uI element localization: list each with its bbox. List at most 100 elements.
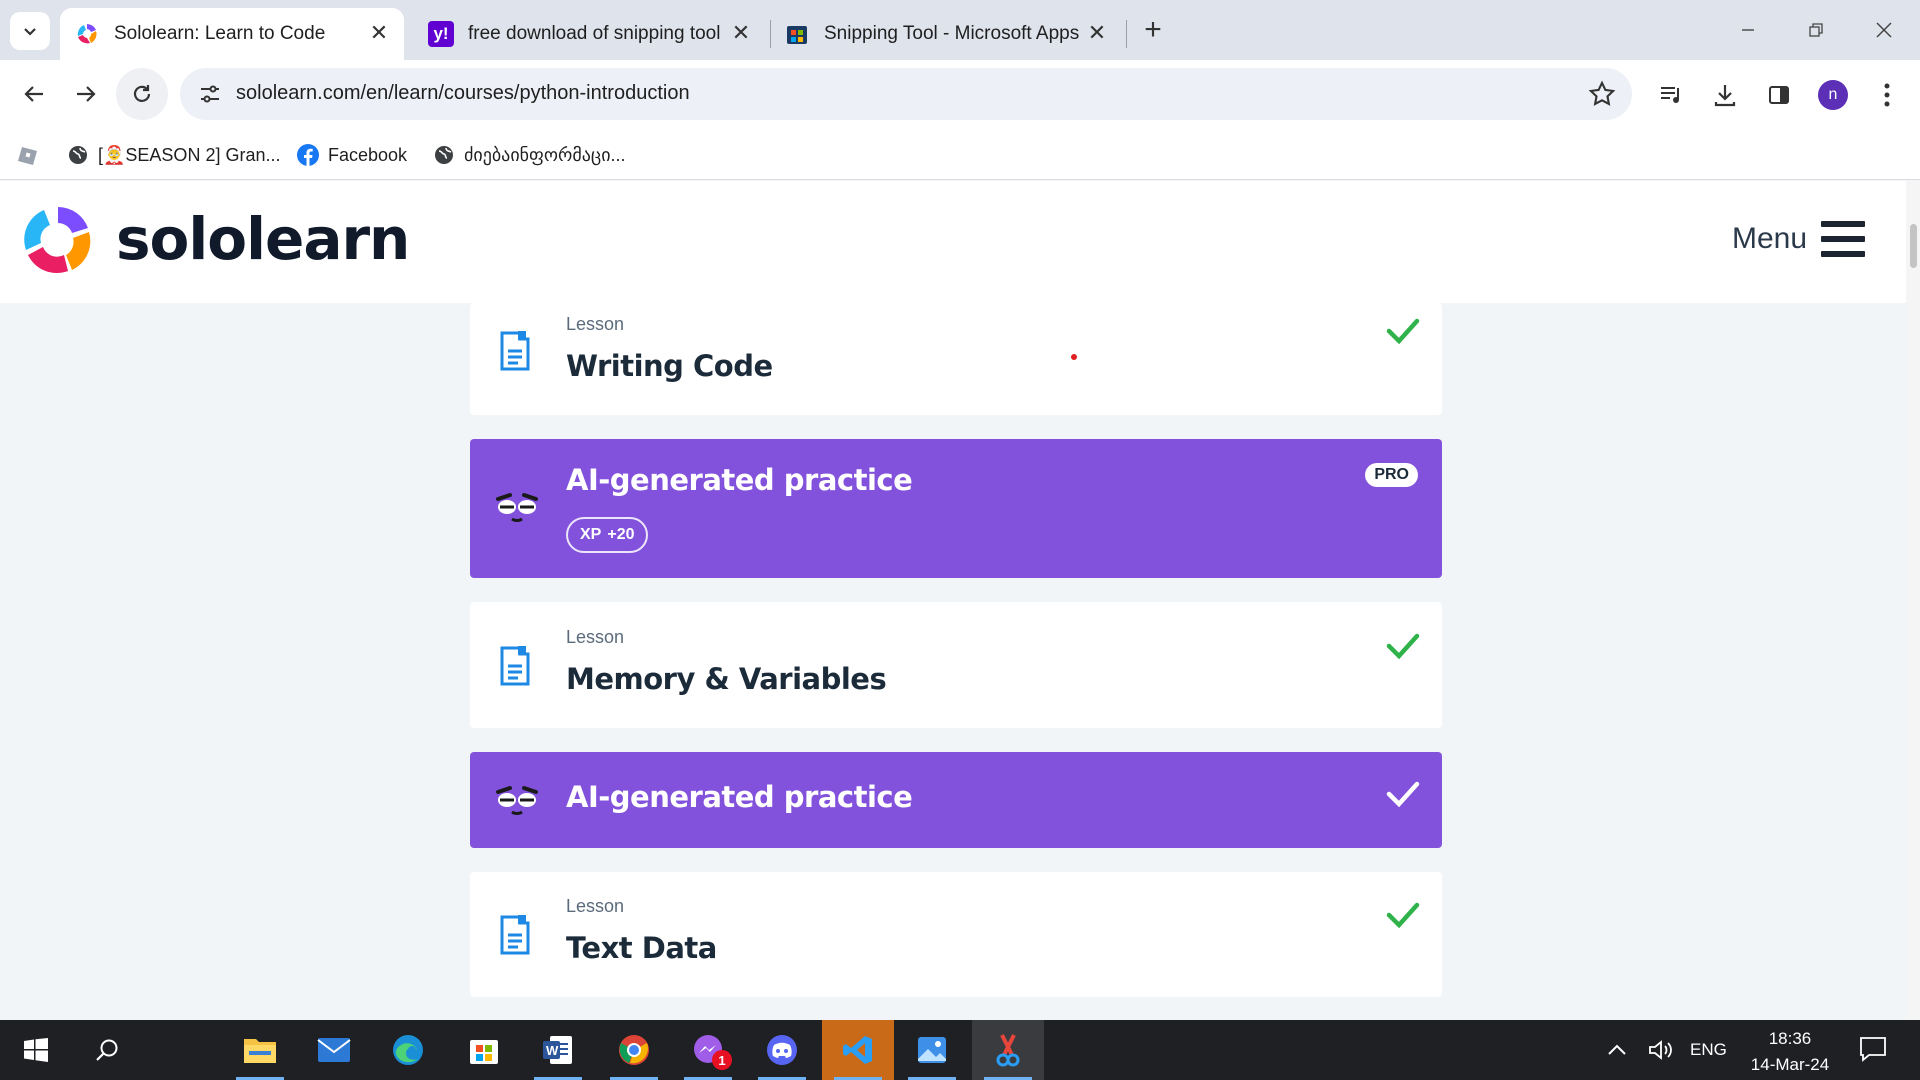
- minimize-icon[interactable]: [1728, 12, 1768, 48]
- sololearn-logo-text[interactable]: sololearn: [116, 205, 410, 273]
- discord-icon[interactable]: [746, 1020, 818, 1080]
- lesson-kicker: Lesson: [566, 627, 625, 647]
- globe-icon: [432, 143, 456, 167]
- practice-title: AI-generated practice: [566, 463, 913, 497]
- site-info-icon[interactable]: [198, 82, 222, 106]
- roblox-icon: [16, 143, 40, 167]
- xp-reward-pill: XP +20: [566, 517, 649, 553]
- lesson-document-icon: [500, 331, 530, 371]
- more-options-icon[interactable]: [1870, 78, 1904, 112]
- lesson-title: Text Data: [566, 931, 717, 965]
- tab-title: Snipping Tool - Microsoft Apps: [824, 23, 1080, 44]
- browser-tab-strip: Sololearn: Learn to Code ✕ y! free downl…: [0, 0, 1920, 60]
- practice-title: AI-generated practice: [566, 780, 913, 814]
- close-tab-icon[interactable]: ✕: [730, 20, 752, 45]
- snipping-tool-icon[interactable]: [972, 1020, 1044, 1080]
- word-icon[interactable]: W: [522, 1020, 594, 1080]
- completed-check-icon: [1386, 781, 1420, 808]
- close-tab-icon[interactable]: ✕: [368, 20, 390, 45]
- notification-badge: 1: [712, 1050, 732, 1070]
- chevron-down-icon: [24, 28, 36, 36]
- photos-icon[interactable]: [896, 1020, 968, 1080]
- browser-toolbar: sololearn.com/en/learn/courses/python-in…: [0, 60, 1920, 130]
- volume-icon[interactable]: [1648, 1020, 1674, 1080]
- downloads-icon[interactable]: [1708, 78, 1742, 112]
- forward-button[interactable]: [66, 74, 106, 114]
- restore-icon[interactable]: [1796, 12, 1836, 48]
- vscode-icon[interactable]: [822, 1020, 894, 1080]
- page-scrollbar-thumb[interactable]: [1910, 224, 1917, 268]
- lesson-card-writing-code[interactable]: Lesson Writing Code: [470, 303, 1442, 415]
- globe-icon: [66, 143, 90, 167]
- svg-text:W: W: [546, 1043, 559, 1058]
- mail-icon[interactable]: [298, 1020, 370, 1080]
- url-text: sololearn.com/en/learn/courses/python-in…: [236, 82, 690, 104]
- bookmark-search-info[interactable]: ძიებაინფორმაცი...: [432, 140, 626, 170]
- lesson-document-icon: [500, 646, 530, 686]
- input-language[interactable]: ENG: [1690, 1020, 1727, 1080]
- profile-avatar[interactable]: n: [1818, 80, 1848, 110]
- tab-title: free download of snipping tool: [468, 23, 721, 44]
- completed-check-icon: [1386, 902, 1420, 929]
- new-tab-button[interactable]: +: [1138, 15, 1168, 46]
- start-icon[interactable]: [0, 1020, 72, 1080]
- side-panel-icon[interactable]: [1762, 78, 1796, 112]
- cursor-dot: [1071, 354, 1077, 360]
- bookmark-roblox[interactable]: [16, 140, 48, 170]
- hamburger-icon: [1821, 221, 1866, 257]
- ai-practice-face-icon: [496, 493, 538, 522]
- menu-button[interactable]: Menu: [1732, 221, 1866, 257]
- bookmark-facebook[interactable]: Facebook: [296, 140, 407, 170]
- address-bar[interactable]: sololearn.com/en/learn/courses/python-in…: [180, 68, 1632, 120]
- edge-icon[interactable]: [372, 1020, 444, 1080]
- clock-time: 18:36: [1768, 1029, 1812, 1048]
- bookmark-season2[interactable]: [🤶SEASON 2] Gran...: [66, 140, 280, 170]
- yahoo-favicon: y!: [428, 21, 454, 47]
- search-icon[interactable]: [72, 1020, 144, 1080]
- media-controls-icon[interactable]: [1654, 78, 1688, 112]
- tab-sololearn[interactable]: Sololearn: Learn to Code ✕: [60, 8, 404, 60]
- lesson-card-text-data[interactable]: Lesson Text Data: [470, 872, 1442, 997]
- back-button[interactable]: [14, 74, 54, 114]
- tab-yahoo[interactable]: y! free download of snipping tool ✕: [414, 8, 766, 60]
- clock-date: 14-Mar-24: [1750, 1055, 1830, 1074]
- reload-icon: [133, 85, 151, 102]
- lesson-kicker: Lesson: [566, 314, 625, 334]
- arrow-right-icon: [77, 86, 96, 102]
- lesson-card-memory-variables[interactable]: Lesson Memory & Variables: [470, 602, 1442, 728]
- pro-badge: PRO: [1365, 463, 1418, 487]
- sololearn-favicon: [74, 21, 100, 47]
- notification-center-icon[interactable]: [1858, 1034, 1888, 1064]
- microsoft-store-icon[interactable]: [448, 1020, 520, 1080]
- sololearn-logo-icon[interactable]: [22, 203, 94, 275]
- close-window-icon[interactable]: [1864, 12, 1904, 48]
- bookmarks-bar: [🤶SEASON 2] Gran... Facebook ძიებაინფორმ…: [0, 130, 1920, 180]
- tab-title: Sololearn: Learn to Code: [114, 23, 326, 44]
- system-clock[interactable]: 18:36 14-Mar-24: [1740, 1026, 1840, 1078]
- file-explorer-icon[interactable]: [224, 1020, 296, 1080]
- lesson-kicker: Lesson: [566, 896, 625, 916]
- ai-practice-face-icon: [496, 786, 538, 815]
- lesson-document-icon: [500, 915, 530, 955]
- microsoft-store-favicon: [784, 21, 810, 47]
- completed-check-icon: [1386, 633, 1420, 660]
- tab-search-button[interactable]: [10, 12, 50, 50]
- site-header: sololearn Menu: [0, 181, 1906, 303]
- practice-card-ai-completed[interactable]: AI-generated practice: [470, 752, 1442, 848]
- reload-button[interactable]: [116, 68, 168, 120]
- page-scrollbar[interactable]: [1906, 181, 1920, 1020]
- tab-microsoft-store[interactable]: Snipping Tool - Microsoft Apps ✕: [770, 8, 1122, 60]
- lesson-title: Writing Code: [566, 349, 773, 383]
- close-tab-icon[interactable]: ✕: [1086, 20, 1108, 45]
- lesson-title: Memory & Variables: [566, 662, 887, 696]
- facebook-icon: [296, 143, 320, 167]
- show-hidden-icons-icon[interactable]: [1606, 1020, 1628, 1080]
- practice-card-ai-pro[interactable]: AI-generated practice PRO XP +20: [470, 439, 1442, 578]
- bookmark-star-icon[interactable]: [1588, 80, 1616, 108]
- menu-label: Menu: [1732, 222, 1808, 255]
- windows-taskbar: W 1 ENG 18:36 14-Mar-24: [0, 1020, 1920, 1080]
- chrome-icon[interactable]: [598, 1020, 670, 1080]
- messenger-icon[interactable]: 1: [672, 1020, 744, 1080]
- arrow-left-icon: [24, 86, 43, 102]
- completed-check-icon: [1386, 318, 1420, 345]
